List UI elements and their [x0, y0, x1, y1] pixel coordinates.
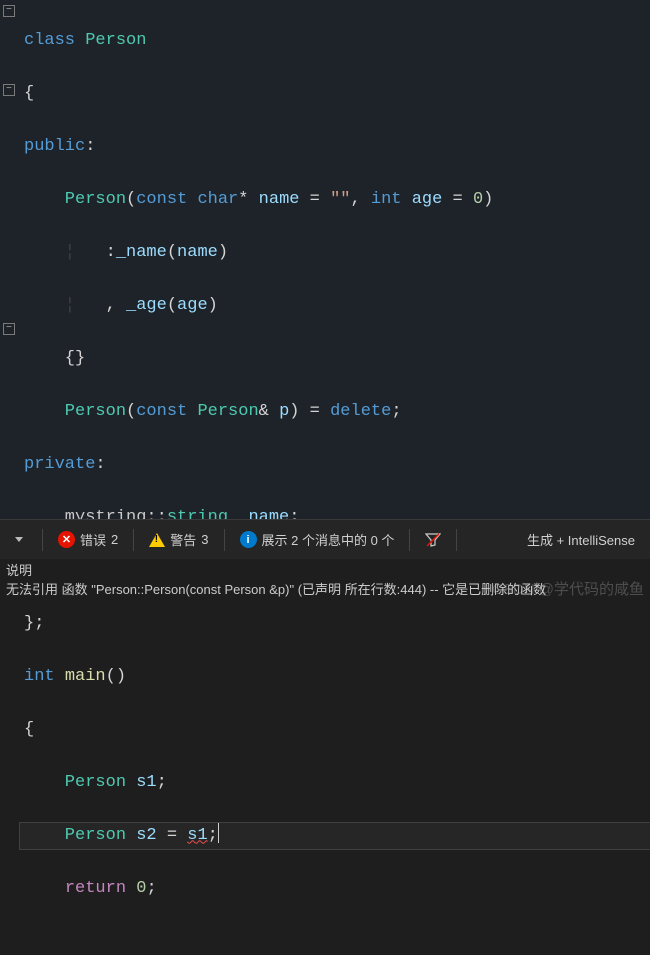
gutter: − − −	[0, 0, 20, 519]
warnings-button[interactable]: 警告 3	[140, 526, 217, 553]
build-label: 生成 + IntelliSense	[527, 530, 635, 549]
description-text: 无法引用 函数 "Person::Person(const Person &p)…	[6, 580, 644, 599]
token-brace: {	[24, 84, 34, 103]
error-list-toolbar: ✕ 错误 2 警告 3 i 展示 2 个消息中的 0 个 生成 + Intell…	[0, 519, 650, 559]
active-line[interactable]: Person s2 = s1;	[20, 823, 650, 850]
warnings-label: 警告	[170, 530, 196, 549]
code-editor[interactable]: − − − class Person { public: Person(cons…	[0, 0, 650, 519]
token-type: Person	[24, 402, 126, 421]
messages-text: 展示 2 个消息中的 0 个	[262, 530, 395, 549]
fold-icon[interactable]: −	[3, 5, 15, 17]
error-icon: ✕	[58, 531, 75, 548]
token-keyword: private	[24, 455, 95, 474]
token-keyword: public	[24, 137, 85, 156]
code-area[interactable]: class Person { public: Person(const char…	[20, 1, 650, 955]
token-brace: };	[24, 614, 44, 633]
error-description-panel: 说明 无法引用 函数 "Person::Person(const Person …	[0, 559, 650, 603]
token-function: main	[65, 667, 106, 686]
description-heading: 说明	[6, 561, 644, 580]
token-type: Person	[75, 31, 146, 50]
errors-count: 2	[111, 532, 118, 547]
token-keyword: int	[24, 667, 55, 686]
token-keyword: class	[24, 31, 75, 50]
fold-icon[interactable]: −	[3, 323, 15, 335]
text-cursor	[218, 823, 219, 843]
chevron-down-icon	[15, 537, 23, 542]
filter-dropdown[interactable]	[6, 533, 36, 546]
error-squiggle: s1	[187, 826, 207, 845]
fold-icon[interactable]: −	[3, 84, 15, 96]
errors-label: 错误	[80, 530, 106, 549]
info-icon: i	[240, 531, 257, 548]
warning-icon	[149, 533, 165, 547]
token-brace: {}	[24, 349, 85, 368]
token-type: Person	[24, 190, 126, 209]
token-brace: {	[24, 720, 34, 739]
errors-button[interactable]: ✕ 错误 2	[49, 526, 127, 553]
filter-icon	[425, 532, 441, 548]
warnings-count: 3	[201, 532, 208, 547]
messages-button[interactable]: i 展示 2 个消息中的 0 个	[231, 526, 404, 553]
build-source-dropdown[interactable]: 生成 + IntelliSense	[518, 526, 644, 553]
clear-filter-button[interactable]	[416, 528, 450, 552]
